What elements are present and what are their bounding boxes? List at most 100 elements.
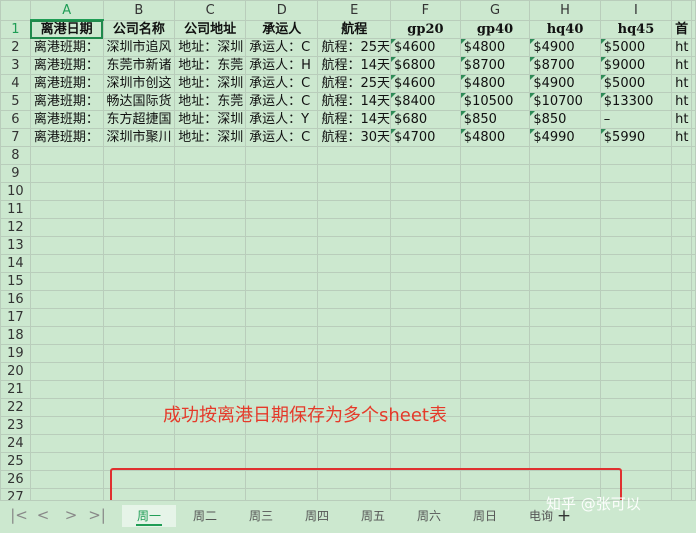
data-cell[interactable]: 地址：东莞	[174, 56, 247, 75]
sheet-tab[interactable]: 周四	[290, 505, 344, 527]
empty-cell[interactable]	[390, 290, 461, 309]
empty-cell[interactable]	[245, 344, 319, 363]
data-cell[interactable]: 航程：14天	[317, 110, 392, 129]
empty-cell[interactable]	[671, 146, 692, 165]
empty-cell[interactable]	[671, 200, 692, 219]
empty-cell[interactable]	[174, 470, 247, 489]
empty-cell[interactable]	[599, 272, 673, 291]
data-cell[interactable]: 地址：深圳	[174, 110, 247, 129]
empty-cell[interactable]	[317, 290, 392, 309]
data-cell[interactable]: ht	[671, 38, 692, 57]
empty-cell[interactable]	[671, 164, 692, 183]
row-header[interactable]: 6	[0, 110, 31, 129]
data-cell[interactable]: $4800	[459, 128, 531, 147]
empty-cell[interactable]	[529, 254, 601, 273]
empty-cell[interactable]	[245, 254, 319, 273]
row-header[interactable]: 25	[0, 452, 31, 471]
row-header[interactable]: 23	[0, 416, 31, 435]
empty-cell[interactable]	[245, 182, 319, 201]
empty-cell[interactable]	[599, 254, 673, 273]
empty-cell[interactable]	[174, 344, 247, 363]
data-cell[interactable]: 离港班期：	[29, 74, 104, 93]
data-cell[interactable]: $8700	[459, 56, 531, 75]
data-cell[interactable]: $850	[529, 110, 601, 129]
empty-cell[interactable]	[317, 146, 392, 165]
data-cell[interactable]: 畅达国际货	[102, 92, 176, 111]
row-header[interactable]: 1	[0, 19, 31, 39]
column-header[interactable]: A	[29, 0, 104, 21]
header-cell[interactable]: 承运人	[245, 19, 319, 39]
empty-cell[interactable]	[691, 254, 696, 273]
data-cell[interactable]: $5000	[599, 74, 673, 93]
data-cell[interactable]: $4700	[390, 128, 461, 147]
prev-sheet-icon[interactable]: <	[34, 504, 52, 526]
empty-cell[interactable]	[102, 146, 176, 165]
empty-cell[interactable]	[459, 272, 531, 291]
empty-cell[interactable]	[102, 326, 176, 345]
empty-cell[interactable]	[529, 416, 601, 435]
select-all-corner[interactable]	[0, 0, 31, 21]
empty-cell[interactable]	[245, 380, 319, 399]
row-header[interactable]: 9	[0, 164, 31, 183]
row-header[interactable]: 2	[0, 38, 31, 57]
empty-cell[interactable]	[174, 380, 247, 399]
data-cell[interactable]: 航程：30天	[317, 128, 392, 147]
empty-cell[interactable]	[102, 380, 176, 399]
empty-cell[interactable]	[102, 236, 176, 255]
row-header[interactable]: 18	[0, 326, 31, 345]
empty-cell[interactable]	[459, 488, 531, 500]
empty-cell[interactable]	[390, 344, 461, 363]
empty-cell[interactable]	[671, 326, 692, 345]
row-header[interactable]: 7	[0, 128, 31, 147]
row-header[interactable]: 10	[0, 182, 31, 201]
empty-cell[interactable]	[174, 182, 247, 201]
empty-cell[interactable]	[691, 146, 696, 165]
empty-cell[interactable]	[599, 470, 673, 489]
empty-cell[interactable]	[529, 398, 601, 417]
empty-cell[interactable]	[174, 218, 247, 237]
data-cell[interactable]: $680	[390, 110, 461, 129]
empty-cell[interactable]	[691, 182, 696, 201]
empty-cell[interactable]	[691, 308, 696, 327]
empty-cell[interactable]	[174, 272, 247, 291]
empty-cell[interactable]	[459, 182, 531, 201]
empty-cell[interactable]	[599, 308, 673, 327]
empty-cell[interactable]	[174, 290, 247, 309]
empty-cell[interactable]	[691, 272, 696, 291]
data-cell[interactable]: 离港班期：	[29, 56, 104, 75]
data-cell[interactable]: 航程：25天	[317, 38, 392, 57]
data-cell[interactable]: $4600	[390, 38, 461, 57]
empty-cell[interactable]	[459, 470, 531, 489]
row-header[interactable]: 15	[0, 272, 31, 291]
next-sheet-icon[interactable]: >	[62, 504, 80, 526]
empty-cell[interactable]	[390, 452, 461, 471]
data-cell[interactable]: 离港班期：	[29, 110, 104, 129]
empty-cell[interactable]	[102, 488, 176, 500]
row-header[interactable]: 26	[0, 470, 31, 489]
empty-cell[interactable]	[317, 452, 392, 471]
first-sheet-icon[interactable]: |<	[10, 504, 28, 526]
empty-cell[interactable]	[671, 308, 692, 327]
empty-cell[interactable]	[529, 290, 601, 309]
empty-cell[interactable]	[390, 182, 461, 201]
data-cell[interactable]: $4800	[459, 38, 531, 57]
empty-cell[interactable]	[599, 398, 673, 417]
row-header[interactable]: 19	[0, 344, 31, 363]
data-cell[interactable]: 离港班期：	[29, 128, 104, 147]
empty-cell[interactable]	[174, 164, 247, 183]
data-cell[interactable]: 承运人：C	[245, 38, 319, 57]
empty-cell[interactable]	[691, 380, 696, 399]
empty-cell[interactable]	[529, 344, 601, 363]
data-cell[interactable]: $10700	[529, 92, 601, 111]
empty-cell[interactable]	[245, 362, 319, 381]
empty-cell[interactable]	[599, 290, 673, 309]
data-cell[interactable]: $4600	[390, 74, 461, 93]
empty-cell[interactable]	[317, 470, 392, 489]
empty-cell[interactable]	[691, 92, 696, 111]
header-cell[interactable]: 首	[671, 19, 692, 39]
empty-cell[interactable]	[29, 344, 104, 363]
row-header[interactable]: 3	[0, 56, 31, 75]
empty-cell[interactable]	[390, 236, 461, 255]
column-header[interactable]	[671, 0, 692, 21]
data-cell[interactable]: $4900	[529, 38, 601, 57]
